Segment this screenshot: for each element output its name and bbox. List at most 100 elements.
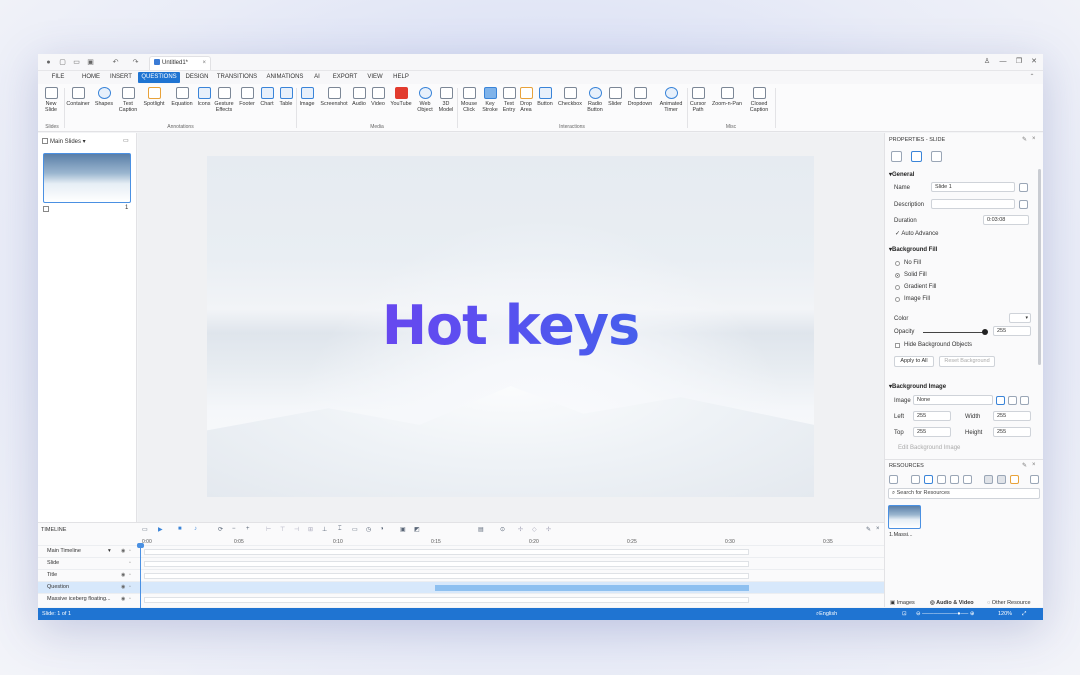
left-field[interactable]: 255 — [913, 411, 951, 421]
next-keyframe-icon[interactable]: ✢ — [546, 526, 551, 533]
edit-name-icon[interactable] — [1019, 183, 1028, 192]
opacity-slider-knob[interactable] — [982, 329, 988, 335]
filter-used-icon[interactable] — [984, 475, 993, 484]
chevron-down-icon[interactable]: ▾ — [108, 548, 111, 554]
resource-thumbnail[interactable] — [888, 505, 921, 529]
bg-image-field[interactable]: None — [913, 395, 993, 405]
menu-transitions[interactable]: TRANSITIONS — [216, 72, 258, 83]
animated-timer-button[interactable]: Animated Timer — [656, 87, 686, 113]
effects-icon[interactable]: ◑ — [380, 526, 384, 532]
hide-background-checkbox[interactable] — [895, 343, 900, 348]
resources-pin-icon[interactable]: ✎ — [1022, 462, 1027, 469]
tab-other-resource[interactable]: ◌ Other Resource — [987, 599, 1031, 608]
fit-icon[interactable]: ⌶ — [338, 526, 342, 533]
image-button[interactable]: Image — [298, 87, 316, 107]
height-field[interactable]: 255 — [993, 427, 1031, 437]
slides-dropdown[interactable]: Main Slides ▾ — [42, 137, 134, 147]
text-entry-button[interactable]: Text Entry — [500, 87, 518, 113]
background-fill-heading[interactable]: Background Fill — [889, 246, 937, 253]
play-icon[interactable]: ▶ — [158, 526, 163, 533]
add-keyframe-icon[interactable]: ✢ — [518, 526, 523, 533]
browse-image-icon[interactable] — [996, 396, 1005, 405]
close-panel-icon[interactable]: × — [1032, 136, 1036, 142]
slide-headline[interactable]: Hot keys — [207, 296, 814, 356]
menu-questions[interactable]: QUESTIONS — [138, 72, 180, 83]
zoom-level[interactable]: 120% — [998, 608, 1012, 620]
timeline-row-title[interactable]: Title ◉ ▫ — [38, 569, 884, 581]
spotlight-button[interactable]: Spotlight — [141, 87, 167, 107]
rotate-icon[interactable]: ⟳ — [218, 526, 223, 533]
settings-layer-icon[interactable]: ⊙ — [500, 526, 505, 533]
account-icon[interactable]: ♙ — [982, 57, 992, 67]
general-heading[interactable]: General — [889, 171, 914, 178]
timeline-bar[interactable] — [144, 561, 749, 567]
timeline-row-iceberg[interactable]: Massive iceberg floating... ◉ ▫ — [38, 593, 884, 605]
zoom-out-icon[interactable]: − — [232, 526, 236, 532]
timeline-row-main[interactable]: Main Timeline ▾ ◉ ▫ — [38, 545, 884, 557]
undo-icon[interactable]: ↶ — [111, 58, 120, 67]
lock-icon[interactable]: ▫ — [129, 584, 131, 590]
timeline-bar[interactable] — [144, 549, 749, 555]
timeline-row-slide[interactable]: Slide ▫ — [38, 557, 884, 569]
shapes-button[interactable]: Shapes — [93, 87, 115, 107]
text-caption-button[interactable]: Text Caption — [117, 87, 139, 113]
import-image-icon[interactable] — [1008, 396, 1017, 405]
timeline-bar[interactable] — [144, 597, 749, 603]
edit-background-image-button[interactable]: Edit Background Image — [898, 445, 960, 451]
remove-keyframe-icon[interactable]: ◇ — [532, 526, 537, 533]
closed-caption-button[interactable]: Closed Caption — [745, 87, 773, 113]
duration-field[interactable]: 0:03:08 — [983, 215, 1029, 225]
layout-properties-tab-icon[interactable] — [911, 151, 922, 162]
edit-description-icon[interactable] — [1019, 200, 1028, 209]
filter-unused-icon[interactable] — [997, 475, 1006, 484]
solid-fill-radio[interactable] — [895, 273, 900, 278]
top-field[interactable]: 255 — [913, 427, 951, 437]
zoom-in-icon[interactable]: + — [246, 526, 250, 532]
zoom-n-pan-button[interactable]: Zoom-n-Pan — [709, 87, 745, 107]
grid-properties-tab-icon[interactable] — [931, 151, 942, 162]
close-window-button[interactable]: ✕ — [1029, 57, 1039, 67]
equation-button[interactable]: Equation — [169, 87, 195, 107]
3d-model-button[interactable]: 3D Model — [436, 87, 456, 113]
opacity-slider-track[interactable] — [923, 332, 985, 333]
timeline-close-icon[interactable]: × — [876, 526, 880, 532]
slide-properties-tab-icon[interactable] — [891, 151, 902, 162]
opacity-field[interactable]: 255 — [993, 326, 1031, 336]
resources-view-icon[interactable] — [889, 475, 898, 484]
menu-home[interactable]: HOME — [80, 72, 102, 83]
chart-button[interactable]: Chart — [258, 87, 276, 107]
refresh-resource-icon[interactable] — [963, 475, 972, 484]
pin-icon[interactable]: ✎ — [1022, 136, 1027, 143]
clock-icon[interactable]: ◷ — [366, 526, 371, 533]
drop-area-button[interactable]: Drop Area — [518, 87, 534, 113]
mouse-click-button[interactable]: Mouse Click — [458, 87, 480, 113]
timeline-bar[interactable] — [435, 585, 749, 591]
document-tab[interactable]: Untitled1* × — [149, 56, 211, 70]
language-status[interactable]: ⌕ English (United States) — [816, 608, 837, 620]
timeline-view-icon[interactable]: ▭ — [142, 526, 148, 533]
eye-icon[interactable]: ◉ — [121, 572, 125, 578]
microphone-icon[interactable]: ♪ — [194, 526, 197, 532]
dropdown-button[interactable]: Dropdown — [625, 87, 655, 107]
properties-scrollbar[interactable] — [1038, 169, 1041, 365]
youtube-button[interactable]: YouTube — [388, 87, 414, 107]
slide-thumbnail[interactable] — [43, 153, 131, 203]
video-button[interactable]: Video — [369, 87, 387, 107]
slide-view-icon[interactable]: ▭ — [123, 137, 129, 144]
record-icon[interactable]: ■ — [178, 526, 182, 532]
audio-button[interactable]: Audio — [350, 87, 368, 107]
timeline-bar[interactable] — [144, 573, 749, 579]
key-stroke-button[interactable]: Key Stroke — [480, 87, 500, 113]
align-center-icon[interactable]: ⊤ — [280, 526, 285, 533]
resources-menu-icon[interactable] — [1030, 475, 1039, 484]
lock-icon[interactable]: ▫ — [129, 572, 131, 578]
button-button[interactable]: Button — [535, 87, 555, 107]
minimize-button[interactable]: — — [998, 57, 1008, 67]
lock-icon[interactable]: ▫ — [129, 596, 131, 602]
playhead[interactable] — [140, 543, 141, 608]
slide-checkbox[interactable] — [43, 206, 49, 212]
slide-canvas[interactable]: Hot keys — [207, 156, 814, 497]
shape-layer-icon[interactable]: ◩ — [414, 526, 420, 533]
open-folder-icon[interactable]: ▭ — [72, 58, 81, 67]
icons-button[interactable]: Icons — [196, 87, 212, 107]
